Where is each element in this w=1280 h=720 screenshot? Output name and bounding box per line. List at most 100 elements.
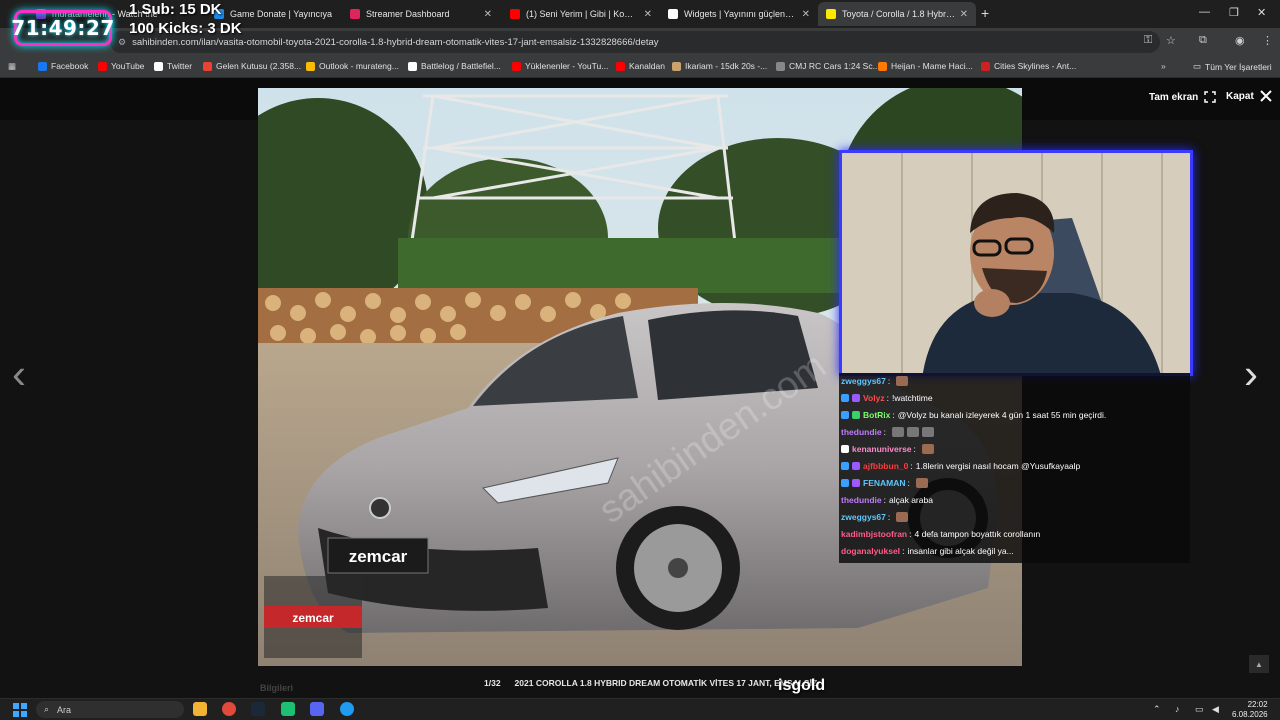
bookmark-item[interactable]: Outlook - murateng...	[306, 61, 399, 71]
bookmark-label: Battlelog / Battlefiel...	[421, 61, 501, 71]
taskbar-search[interactable]: ⌕ Ara	[36, 701, 184, 718]
fullscreen-label: Tam ekran	[1149, 91, 1199, 103]
bookmark-label: Outlook - murateng...	[319, 61, 399, 71]
tab-close-icon[interactable]: ✕	[644, 9, 652, 20]
chat-username: zweggys67	[841, 376, 886, 386]
bookmark-item[interactable]: Gelen Kutusu (2.358...	[203, 61, 301, 71]
bookmark-label: Ikariam - 15dk 20s -...	[685, 61, 768, 71]
url-field[interactable]: ⚙ sahibinden.com/ilan/vasita-otomobil-to…	[110, 31, 1160, 53]
subscriber-badge-icon	[841, 462, 849, 470]
close-viewer-button[interactable]: Kapat	[1226, 90, 1272, 102]
new-tab-button[interactable]: +	[981, 5, 989, 21]
site-info-icon[interactable]: ⚙	[118, 37, 126, 48]
chrome-icon[interactable]	[222, 702, 236, 716]
chat-message: FENAMAN:	[841, 476, 928, 490]
bookmark-label: Heijan - Mame Haci...	[891, 61, 973, 71]
tab-close-icon[interactable]: ✕	[484, 9, 492, 20]
file-explorer-icon[interactable]	[193, 702, 207, 716]
chat-text: !watchtime	[891, 393, 933, 403]
tab-3[interactable]: (1) Seni Yerim | Gibi | Komik sah ✕	[502, 2, 660, 26]
fullscreen-button[interactable]: Tam ekran	[1149, 91, 1217, 103]
steam-icon[interactable]	[251, 702, 265, 716]
timer-text: 71:49:27	[11, 16, 115, 40]
badge-icon	[841, 445, 849, 453]
bookmark-item[interactable]: Heijan - Mame Haci...	[878, 61, 973, 71]
tray-overflow-icon[interactable]: ⌃	[1153, 704, 1161, 715]
extensions-icon[interactable]: ⧉	[1199, 34, 1207, 47]
chat-message: Volyz: !watchtime	[841, 391, 933, 405]
windows-start-icon[interactable]	[13, 703, 27, 717]
fullscreen-icon	[1204, 91, 1217, 103]
chat-username: thedundie	[841, 495, 882, 505]
bookmark-label: YouTube	[111, 61, 145, 71]
bookmark-item[interactable]: Cities Skylines - Ant...	[981, 61, 1076, 71]
bookmark-favicon-icon	[98, 61, 107, 71]
profile-icon[interactable]: ◉	[1235, 34, 1245, 47]
minimize-icon[interactable]: —	[1199, 6, 1210, 18]
all-bookmarks-folder[interactable]: ▭ Tüm Yer İşaretleri	[1193, 61, 1272, 72]
tab-4[interactable]: Widgets | Yayınını güçlendirme ✕	[660, 2, 818, 26]
app-icon[interactable]	[281, 702, 295, 716]
bookmark-favicon-icon	[776, 61, 785, 71]
chat-message: zweggys67:	[841, 374, 909, 388]
bookmark-item[interactable]: YouTube	[98, 61, 144, 71]
stream-chat-overlay: zweggys67: Volyz: !watchtime BotRix: @Voly…	[839, 373, 1190, 563]
edge-icon[interactable]	[340, 702, 354, 716]
scroll-up-button[interactable]: ▲	[1249, 655, 1269, 673]
bookmark-item[interactable]: Twitter	[154, 61, 192, 71]
bookmark-item[interactable]: Kanaldan	[616, 61, 665, 71]
sub-goal-text: 1 Sub: 15 DK	[129, 1, 222, 18]
tab-close-icon[interactable]: ✕	[802, 9, 810, 20]
bookmark-favicon-icon	[672, 61, 681, 71]
discord-icon[interactable]	[310, 702, 324, 716]
next-photo-arrow-icon[interactable]: ›	[1244, 350, 1258, 398]
chat-text: 1.8lerin vergisi nasıl hocam @Yusufkayaa…	[915, 461, 1081, 471]
chat-message: ajfbbbun_0:1.8lerin vergisi nasıl hocam …	[841, 459, 1080, 473]
taskbar-clock[interactable]: 22:02 6.08.2026	[1232, 700, 1268, 720]
clock-date: 6.08.2026	[1232, 710, 1268, 719]
close-viewer-label: Kapat	[1226, 90, 1254, 102]
sign-text: zemcar	[292, 611, 334, 625]
emote-icon	[891, 427, 904, 437]
emote-icon	[896, 376, 909, 386]
clock-time: 22:02	[1247, 700, 1268, 709]
bookmark-item[interactable]: Ikariam - 15dk 20s -...	[672, 61, 767, 71]
bookmark-item[interactable]: Yüklenenler - YouTu...	[512, 61, 608, 71]
close-window-icon[interactable]: ✕	[1257, 6, 1266, 19]
chat-text: 4 defa tampon boyattık corollanın	[914, 529, 1041, 539]
chat-message: kenanuniverse:	[841, 442, 934, 456]
search-icon: ⌕	[44, 704, 50, 714]
chat-username: kadimbjstoofran	[841, 529, 908, 539]
bookmark-label: CMJ RC Cars 1:24 Sc...	[789, 61, 880, 71]
chevron-up-icon: ▲	[1255, 659, 1263, 669]
menu-icon[interactable]: ⋮	[1262, 34, 1273, 47]
restore-icon[interactable]: ❐	[1229, 6, 1239, 19]
more-bookmarks-icon[interactable]: »	[1161, 61, 1166, 71]
bookmark-star-icon[interactable]: ☆	[1166, 34, 1176, 47]
previous-photo-arrow-icon[interactable]: ‹	[12, 350, 26, 398]
bookmark-item[interactable]: Battlelog / Battlefiel...	[408, 61, 501, 71]
photo-counter: 1/32	[484, 678, 501, 688]
tab-title: (1) Seni Yerim | Gibi | Komik sah	[526, 9, 640, 19]
bot-badge-icon	[852, 411, 860, 419]
bookmark-item[interactable]: Facebook	[38, 61, 88, 71]
tab-5-active[interactable]: Toyota / Corolla / 1.8 Hybrid / D ✕	[818, 2, 976, 26]
tab-favicon-icon	[350, 9, 360, 19]
emote-icon	[915, 478, 928, 488]
password-key-icon[interactable]: ⚿	[1144, 34, 1152, 47]
bookmark-favicon-icon	[878, 61, 887, 71]
close-icon	[1260, 90, 1272, 102]
chat-username: kenanuniverse	[852, 444, 912, 454]
tab-2[interactable]: Streamer Dashboard ✕	[342, 2, 500, 26]
emote-icon	[921, 427, 934, 437]
apps-icon[interactable]: ▦	[8, 61, 16, 72]
display-icon[interactable]: ▭	[1195, 704, 1204, 715]
bookmark-item[interactable]: CMJ RC Cars 1:24 Sc...	[776, 61, 880, 71]
subscriber-badge-icon	[841, 479, 849, 487]
tab-close-icon[interactable]: ✕	[960, 9, 968, 20]
bookmark-label: Yüklenenler - YouTu...	[525, 61, 609, 71]
all-bookmarks-label: Tüm Yer İşaretleri	[1205, 61, 1272, 72]
volume-icon[interactable]: ◀	[1212, 704, 1219, 715]
microphone-icon[interactable]: ♪	[1175, 704, 1180, 714]
bookmark-favicon-icon	[306, 61, 315, 71]
